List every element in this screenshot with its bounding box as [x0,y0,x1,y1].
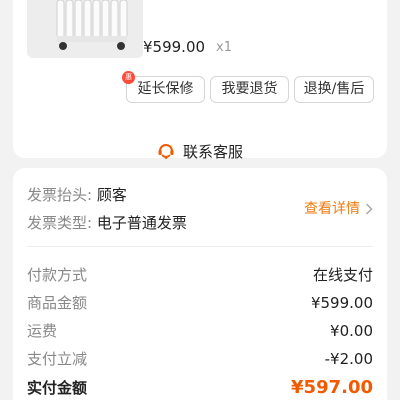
extend-warranty-button[interactable]: 惠 延长保修 [122,71,205,103]
goods-amount-value: ¥599.00 [310,294,373,312]
payment-method-row: 付款方式 在线支付 [27,264,373,286]
payment-method-label: 付款方式 [27,266,88,284]
return-button[interactable]: 我要退货 [210,76,289,103]
invoice-title-value: 顾客 [96,186,127,204]
invoice-type-label: 发票类型: [27,214,93,232]
invoice-title-label: 发票抬头: [27,186,93,204]
return-label: 我要退货 [221,81,278,97]
goods-amount-label: 商品金额 [27,294,88,312]
total-paid-value: ¥597.00 [291,377,373,398]
total-paid-label: 实付金额 [27,379,88,397]
contact-service-label: 联系客服 [182,142,243,161]
divider [27,246,373,247]
payment-discount-label: 支付立减 [27,350,88,368]
extend-warranty-label: 延长保修 [137,81,194,97]
total-paid-row: 实付金额 ¥597.00 [27,377,373,400]
contact-service-button[interactable]: 联系客服 [13,140,387,162]
payment-discount-row: 支付立减 -¥2.00 [27,348,373,370]
goods-amount-row: 商品金额 ¥599.00 [27,292,373,314]
product-quantity: x1 [216,40,232,55]
shipping-fee-value: ¥0.00 [330,322,373,340]
invoice-details-label: 查看详情 [304,201,360,217]
shipping-fee-label: 运费 [27,322,58,340]
order-card-content: ¥599.00 x1 惠 延长保修 我要退货 退换/售后 联系客服 [13,0,387,161]
after-sales-button[interactable]: 退换/售后 [294,76,374,103]
invoice-type-value: 电子普通发票 [96,214,187,232]
after-sales-label: 退换/售后 [303,81,365,97]
invoice-details-link[interactable]: 查看详情 [304,198,373,220]
customer-service-icon [158,144,174,159]
shipping-fee-row: 运费 ¥0.00 [27,320,373,342]
product-thumbnail[interactable] [27,0,143,58]
order-info-card: 发票抬头: 顾客 发票类型: 电子普通发票 查看详情 付款方式 在线支付 商品金… [13,168,387,400]
order-card: ¥599.00 x1 惠 延长保修 我要退货 退换/售后 联系客服 [13,0,387,161]
discount-badge: 惠 [122,71,135,84]
product-price: ¥599.00 [143,38,206,56]
oil-heater-image [27,0,143,58]
chevron-right-icon [365,203,373,215]
payment-method-value: 在线支付 [312,266,373,284]
payment-discount-value: -¥2.00 [324,350,373,368]
